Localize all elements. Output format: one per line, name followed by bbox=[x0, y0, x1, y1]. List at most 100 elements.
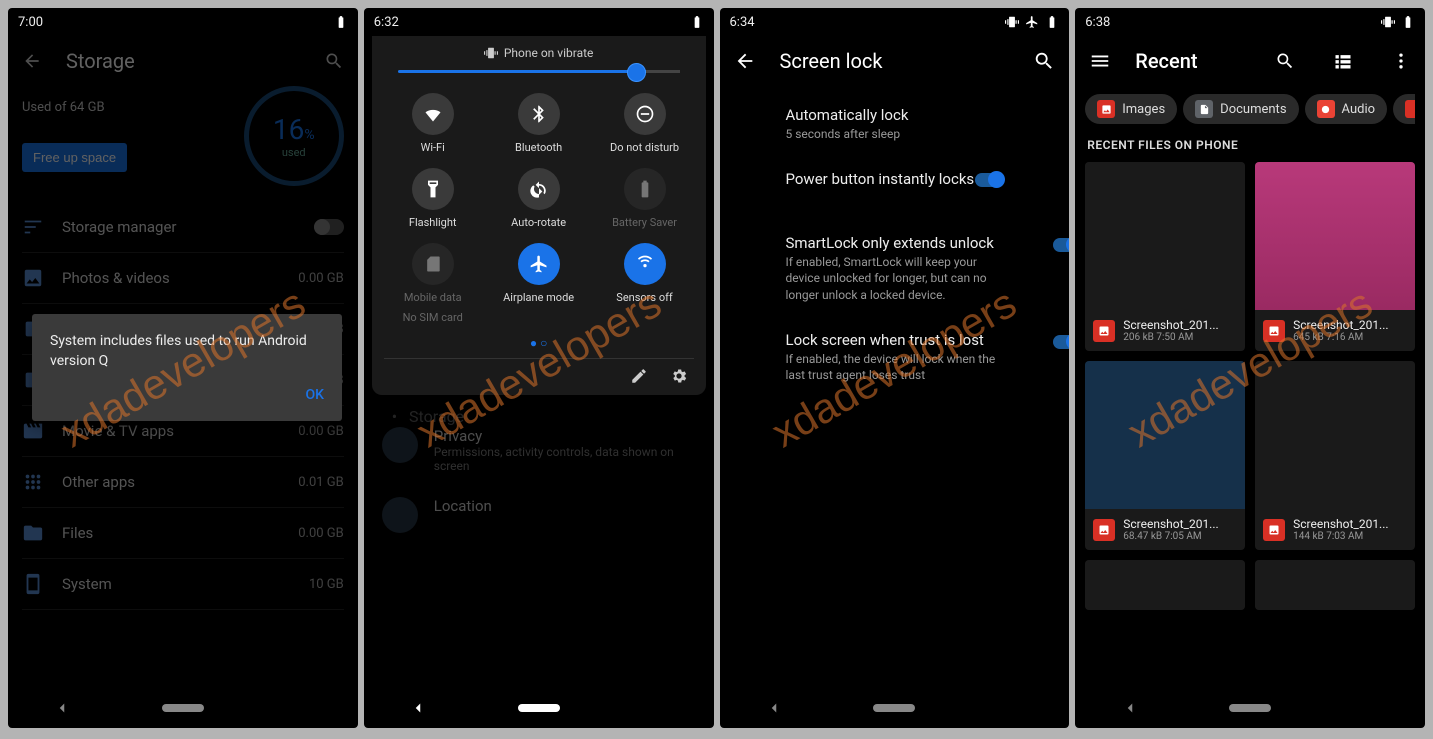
chip-images[interactable]: Images bbox=[1085, 94, 1177, 124]
back-nav-icon[interactable] bbox=[765, 699, 783, 717]
trust-toggle[interactable] bbox=[1053, 335, 1069, 349]
back-icon[interactable] bbox=[734, 50, 756, 72]
more-icon[interactable] bbox=[1391, 51, 1411, 71]
clock: 6:34 bbox=[730, 15, 755, 30]
page-title: Screen lock bbox=[780, 49, 1010, 73]
system-dialog: System includes files used to run Androi… bbox=[32, 314, 342, 421]
edit-icon[interactable] bbox=[630, 367, 648, 385]
vibrate-icon bbox=[1381, 15, 1395, 29]
file-card[interactable]: Screenshot_201...206 kB 7:50 AM bbox=[1085, 162, 1245, 351]
search-icon[interactable] bbox=[1275, 51, 1295, 71]
dialog-message: System includes files used to run Androi… bbox=[50, 332, 324, 371]
rotate-icon bbox=[529, 179, 549, 199]
usage-ring: 16% used bbox=[244, 86, 344, 186]
filter-chips: Images Documents Audio Videos bbox=[1085, 94, 1415, 124]
vibrate-icon bbox=[484, 46, 498, 60]
nav-bar bbox=[8, 688, 358, 728]
home-pill[interactable] bbox=[873, 704, 915, 712]
home-pill[interactable] bbox=[1229, 704, 1271, 712]
back-nav-icon[interactable] bbox=[1121, 699, 1139, 717]
sim-icon bbox=[423, 254, 443, 274]
auto-lock-item[interactable]: Automatically lock5 seconds after sleep bbox=[738, 92, 1052, 156]
clock: 6:32 bbox=[374, 15, 399, 30]
chip-documents[interactable]: Documents bbox=[1183, 94, 1298, 124]
page-title: Storage bbox=[66, 49, 300, 73]
file-card[interactable] bbox=[1085, 560, 1245, 610]
tile-bluetooth[interactable]: Bluetooth bbox=[490, 93, 588, 154]
search-icon[interactable] bbox=[324, 51, 344, 71]
files-row[interactable]: Files0.00 GB bbox=[22, 508, 344, 559]
privacy-icon bbox=[382, 427, 418, 463]
tile-dnd[interactable]: Do not disturb bbox=[596, 93, 694, 154]
tile-battery-saver: Battery Saver bbox=[596, 168, 694, 229]
home-pill[interactable] bbox=[518, 704, 560, 712]
page-indicator[interactable]: ● ○ bbox=[384, 336, 694, 350]
back-icon[interactable] bbox=[22, 51, 42, 71]
tile-flashlight[interactable]: Flashlight bbox=[384, 168, 482, 229]
search-icon[interactable] bbox=[1033, 50, 1055, 72]
quick-settings-panel: Phone on vibrate Wi-Fi Bluetooth Do not … bbox=[372, 36, 706, 395]
clock: 6:38 bbox=[1085, 15, 1110, 30]
battery-icon bbox=[334, 15, 348, 29]
apps-icon bbox=[22, 471, 44, 493]
menu-icon[interactable] bbox=[1089, 50, 1111, 72]
page-title: Recent bbox=[1135, 49, 1251, 73]
status-bar: 7:00 bbox=[8, 8, 358, 36]
phone-icon bbox=[22, 573, 44, 595]
power-lock-item[interactable]: Power button instantly locks bbox=[738, 156, 1052, 204]
vibrate-icon bbox=[1005, 15, 1019, 29]
bluetooth-icon bbox=[529, 104, 549, 124]
system-row[interactable]: System10 GB bbox=[22, 559, 344, 610]
chip-videos[interactable]: Videos bbox=[1393, 94, 1415, 124]
image-file-icon bbox=[1093, 320, 1115, 342]
tune-icon bbox=[22, 216, 44, 238]
back-nav-icon[interactable] bbox=[53, 699, 71, 717]
location-icon bbox=[382, 497, 418, 533]
tile-sensors-off[interactable]: Sensors off bbox=[596, 243, 694, 323]
tile-mobile-data: Mobile dataNo SIM card bbox=[384, 243, 482, 323]
battery-icon bbox=[690, 15, 704, 29]
image-icon bbox=[22, 267, 44, 289]
home-pill[interactable] bbox=[162, 704, 204, 712]
phone-storage: 7:00 Storage Used of 64 GB Free up space… bbox=[8, 8, 358, 728]
tile-airplane[interactable]: Airplane mode bbox=[490, 243, 588, 323]
dnd-icon bbox=[635, 104, 655, 124]
other-apps-row[interactable]: Other apps0.01 GB bbox=[22, 457, 344, 508]
dialog-ok-button[interactable]: OK bbox=[50, 387, 324, 403]
movie-icon bbox=[22, 420, 44, 442]
storage-used-of: Used of 64 GB bbox=[22, 100, 226, 115]
flashlight-icon bbox=[423, 179, 443, 199]
file-card[interactable]: Screenshot_201...144 kB 7:03 AM bbox=[1255, 361, 1415, 550]
photos-row[interactable]: Photos & videos0.00 GB bbox=[22, 253, 344, 304]
airplane-icon bbox=[529, 254, 549, 274]
smartlock-toggle[interactable] bbox=[1053, 238, 1069, 252]
file-card[interactable]: Screenshot_201...645 kB 7:16 AM bbox=[1255, 162, 1415, 351]
file-card[interactable] bbox=[1255, 560, 1415, 610]
view-list-icon[interactable] bbox=[1333, 51, 1353, 71]
smartlock-item[interactable]: SmartLock only extends unlockIf enabled,… bbox=[738, 220, 1052, 317]
tile-rotate[interactable]: Auto-rotate bbox=[490, 168, 588, 229]
storage-manager-row[interactable]: Storage manager bbox=[22, 202, 344, 253]
folder-icon bbox=[22, 522, 44, 544]
tile-wifi[interactable]: Wi-Fi bbox=[384, 93, 482, 154]
free-up-space-button[interactable]: Free up space bbox=[22, 143, 127, 172]
gear-icon[interactable] bbox=[670, 367, 688, 385]
storage-manager-toggle[interactable] bbox=[314, 219, 344, 235]
bg-location-row[interactable]: Location bbox=[382, 485, 696, 545]
brightness-slider[interactable] bbox=[398, 70, 680, 73]
file-card[interactable]: Screenshot_201...68.47 kB 7:05 AM bbox=[1085, 361, 1245, 550]
section-title: RECENT FILES ON PHONE bbox=[1087, 138, 1413, 152]
phone-quicksettings: 6:32 Phone on vibrate Wi-Fi Bluetooth Do… bbox=[364, 8, 714, 728]
phone-files: 6:38 Recent Images Documents Audio Video… bbox=[1075, 8, 1425, 728]
phone-screenlock: 6:34 Screen lock Automatically lock5 sec… bbox=[720, 8, 1070, 728]
trust-lost-item[interactable]: Lock screen when trust is lostIf enabled… bbox=[738, 317, 1052, 397]
battery-saver-icon bbox=[635, 179, 655, 199]
clock: 7:00 bbox=[18, 15, 43, 30]
ringer-status[interactable]: Phone on vibrate bbox=[384, 46, 694, 60]
battery-icon bbox=[1045, 15, 1059, 29]
header: Storage bbox=[8, 36, 358, 86]
power-lock-toggle[interactable] bbox=[975, 173, 1003, 187]
battery-icon bbox=[1401, 15, 1415, 29]
back-nav-icon[interactable] bbox=[409, 699, 427, 717]
chip-audio[interactable]: Audio bbox=[1305, 94, 1387, 124]
